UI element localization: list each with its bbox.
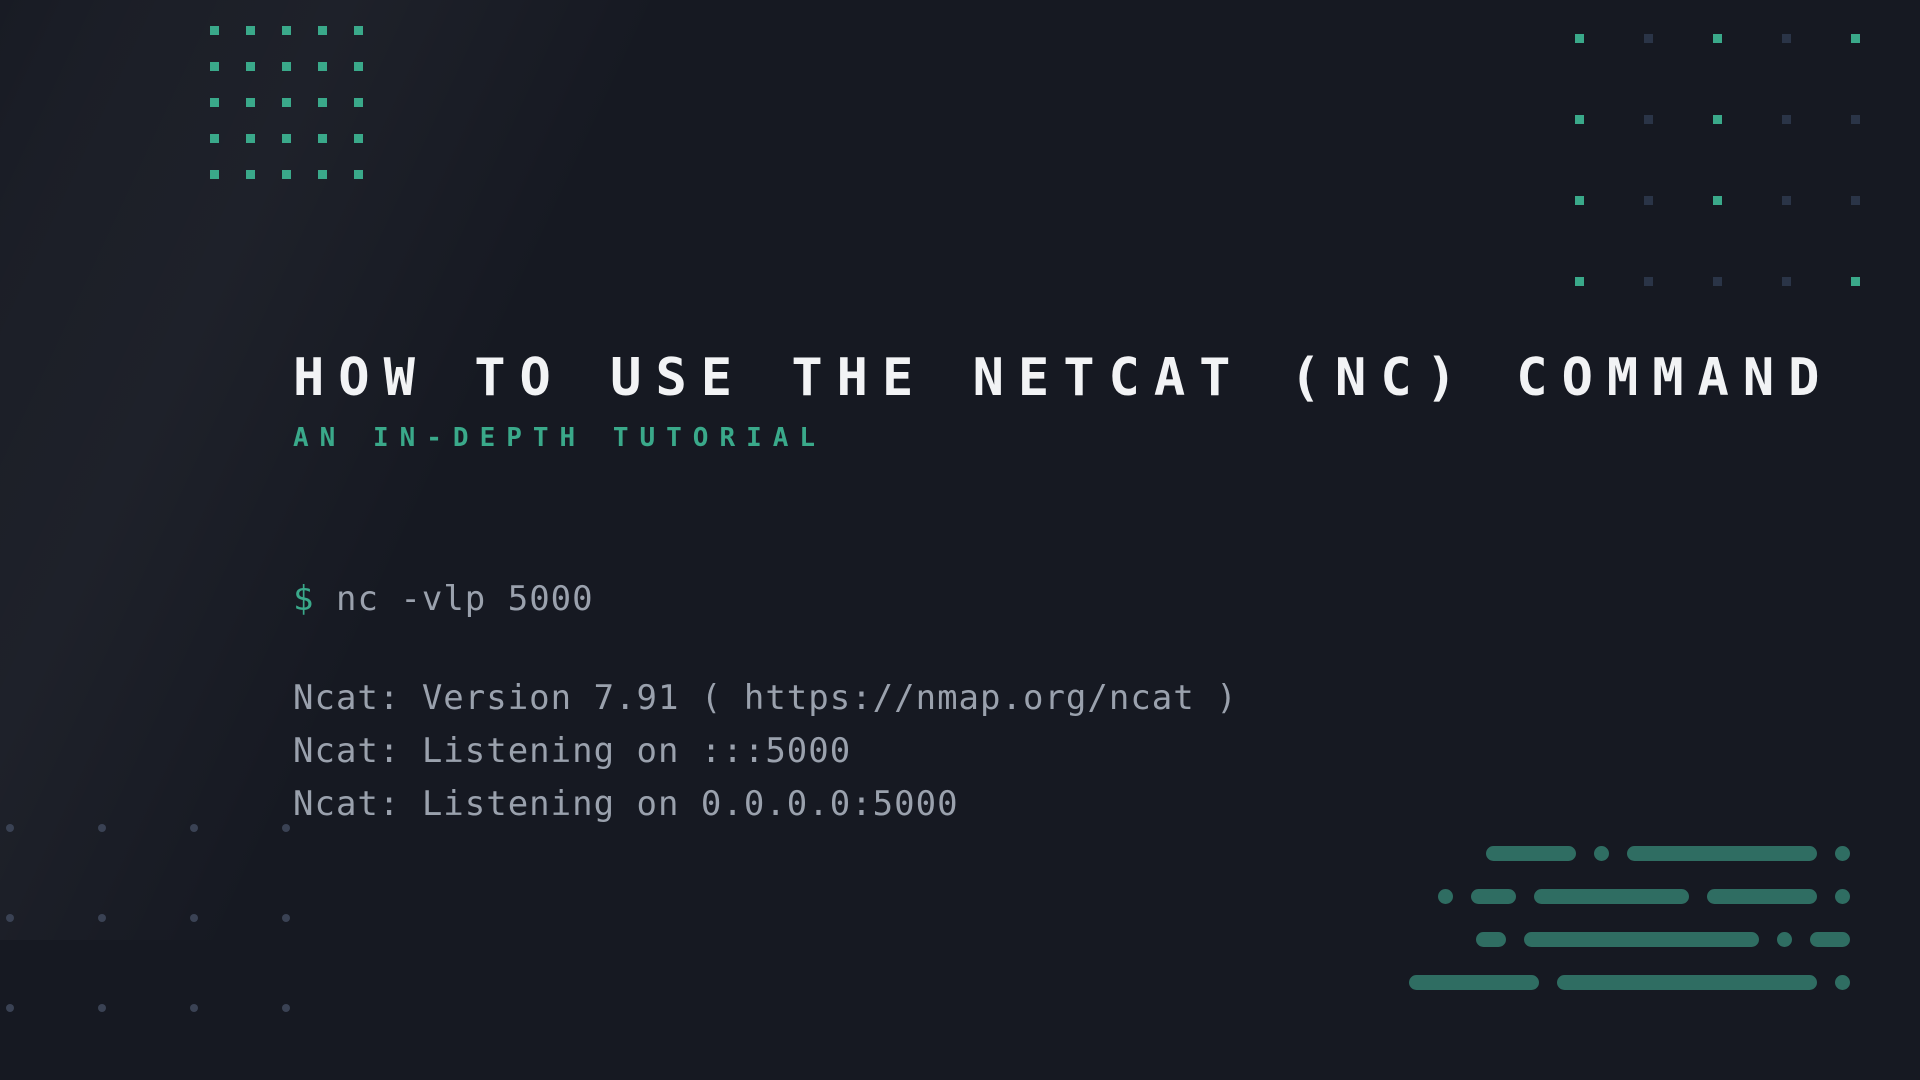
terminal-output-line: Ncat: Version 7.91 ( https://nmap.org/nc… <box>293 672 1720 725</box>
terminal-command-line: $ nc -vlp 5000 <box>293 573 1720 626</box>
page-title: HOW TO USE THE NETCAT (NC) COMMAND <box>293 350 1720 407</box>
decor-grid-top-left <box>210 26 363 179</box>
terminal-command: nc -vlp 5000 <box>336 579 594 619</box>
decor-capsules <box>1409 846 1850 990</box>
page-subtitle: AN IN-DEPTH TUTORIAL <box>293 423 1720 453</box>
terminal-output-line: Ncat: Listening on 0.0.0.0:5000 <box>293 778 1720 831</box>
content-block: HOW TO USE THE NETCAT (NC) COMMAND AN IN… <box>293 350 1720 831</box>
decor-dot-row <box>6 914 290 922</box>
terminal-output-line: Ncat: Listening on :::5000 <box>293 725 1720 778</box>
prompt-symbol: $ <box>293 579 314 619</box>
decor-dot-row <box>6 824 290 832</box>
decor-grid-top-right <box>1575 34 1860 286</box>
decor-dot-row <box>6 1004 290 1012</box>
terminal-block: $ nc -vlp 5000 Ncat: Version 7.91 ( http… <box>293 573 1720 831</box>
poster-canvas: HOW TO USE THE NETCAT (NC) COMMAND AN IN… <box>0 0 1920 1080</box>
